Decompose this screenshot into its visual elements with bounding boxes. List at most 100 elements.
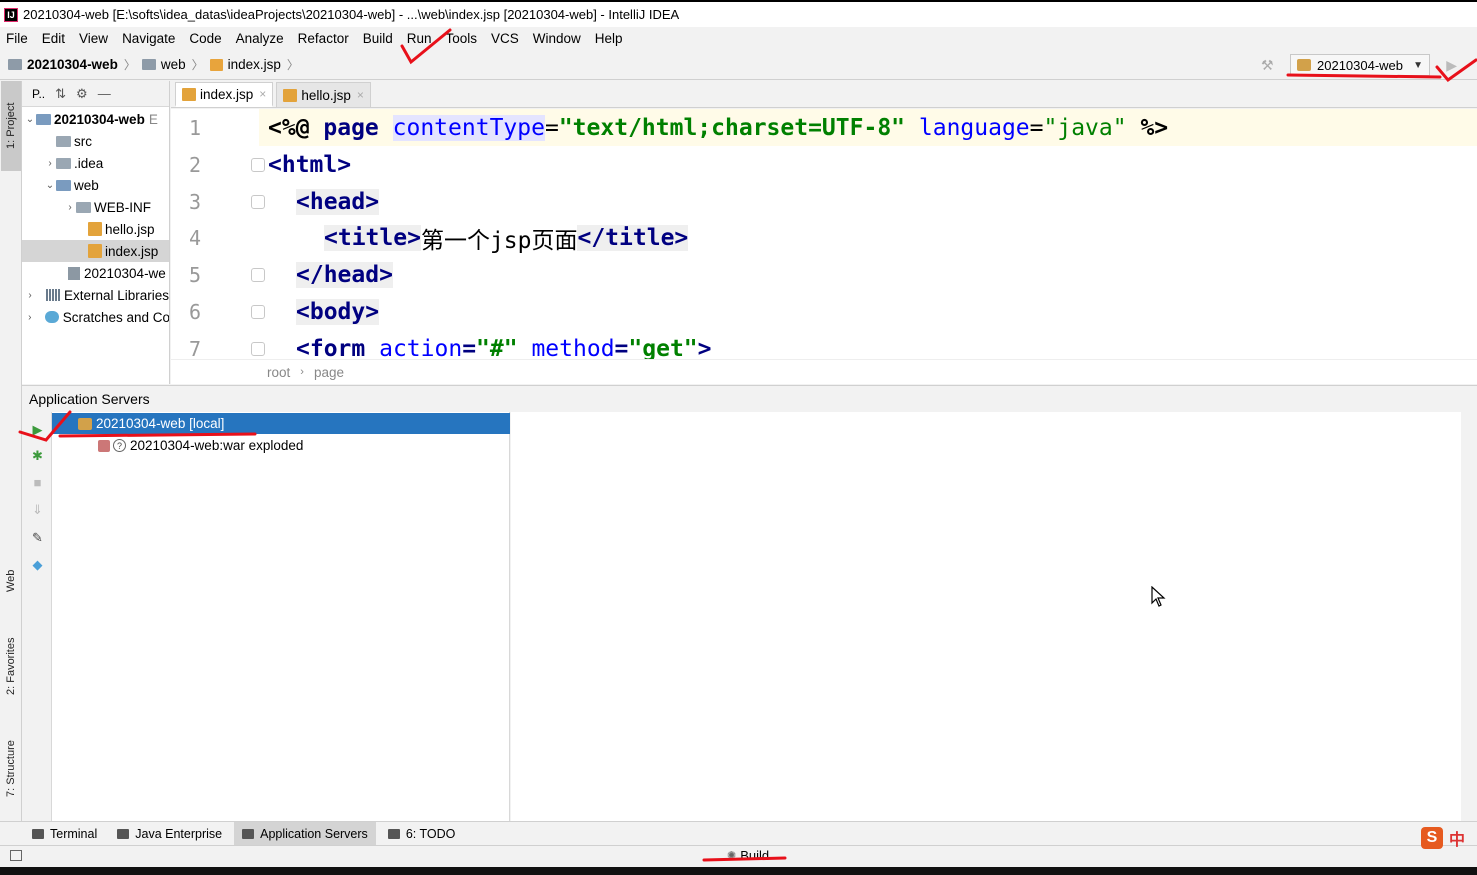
chevron-right-icon[interactable]: ›: [24, 290, 36, 301]
taskbar-strip: [0, 867, 1477, 875]
server-details-pane: [511, 412, 1461, 821]
line-number: 5: [188, 263, 202, 287]
tool-tab-java-enterprise[interactable]: Java Enterprise: [109, 822, 230, 846]
breadcrumb-root[interactable]: root: [267, 365, 290, 380]
menu-refactor[interactable]: Refactor: [298, 31, 349, 46]
tree-item-project-root[interactable]: ⌄ 20210304-web E: [22, 108, 169, 130]
debug-server-icon[interactable]: ✱: [30, 448, 45, 463]
breadcrumb-page[interactable]: page: [314, 365, 344, 380]
menu-window[interactable]: Window: [533, 31, 581, 46]
layout-toggle-icon[interactable]: [10, 850, 22, 861]
stop-server-icon[interactable]: ■: [30, 475, 45, 490]
gear-icon[interactable]: ⚙: [76, 86, 88, 102]
tree-item-path-hint: E: [148, 111, 158, 127]
tree-item-hello-jsp[interactable]: hello.jsp: [22, 218, 169, 240]
tree-item-src[interactable]: src: [22, 130, 169, 152]
close-icon[interactable]: ×: [259, 87, 266, 101]
artifact-label: 20210304-web:war exploded: [130, 438, 304, 453]
menu-code[interactable]: Code: [189, 31, 221, 46]
build-progress[interactable]: ✺ Build: [727, 848, 769, 863]
tool-tab-todo[interactable]: 6: TODO: [380, 822, 464, 846]
edit-configuration-icon[interactable]: ✎: [30, 530, 45, 545]
fold-marker-icon[interactable]: [251, 268, 265, 282]
run-server-icon[interactable]: ▶: [30, 422, 45, 437]
tool-tab-favorites[interactable]: 2: Favorites: [1, 621, 21, 711]
tool-tab-project[interactable]: 1: Project: [1, 81, 21, 171]
menu-navigate[interactable]: Navigate: [122, 31, 175, 46]
html-tag: <form: [296, 336, 380, 359]
editor-breadcrumb: root › page: [171, 359, 1477, 384]
fold-marker-icon[interactable]: [251, 305, 265, 319]
tree-item-web-inf[interactable]: › WEB-INF: [22, 196, 169, 218]
html-tag: <html>: [268, 152, 352, 178]
menu-analyze[interactable]: Analyze: [236, 31, 284, 46]
attribute-value: "text/html;charset=UTF-8": [558, 115, 906, 141]
menu-build[interactable]: Build: [363, 31, 393, 46]
chevron-down-icon[interactable]: ⌄: [24, 114, 36, 125]
ime-indicator[interactable]: S 中: [1420, 826, 1465, 850]
artifacts-icon[interactable]: ◆: [30, 557, 45, 572]
chevron-down-icon[interactable]: ⌄: [44, 180, 56, 191]
tomcat-icon: [78, 417, 92, 430]
ime-language: 中: [1448, 832, 1465, 849]
code-editor[interactable]: 1 2 3 4 5 6 7 <%@ page contentType = "text…: [171, 109, 1477, 359]
html-tag: <title>: [324, 225, 421, 251]
jsp-file-icon: [88, 244, 102, 258]
attribute-value: "java": [1043, 115, 1127, 141]
tree-item-index-jsp[interactable]: index.jsp: [22, 240, 169, 262]
nav-crumb-web[interactable]: web 〉: [141, 56, 210, 73]
tree-item-external-libraries[interactable]: › External Libraries: [22, 284, 169, 306]
navigation-bar: 20210304-web 〉 web 〉 index.jsp 〉: [0, 50, 1477, 80]
tool-tab-structure[interactable]: 7: Structure: [1, 721, 21, 816]
tab-label: hello.jsp: [301, 87, 351, 103]
tool-tab-terminal[interactable]: Terminal: [24, 822, 105, 846]
html-tag: <head>: [296, 189, 380, 215]
nav-crumb-project[interactable]: 20210304-web 〉: [8, 56, 142, 73]
tree-item-web[interactable]: ⌄ web: [22, 174, 169, 196]
tool-tab-label: Java Enterprise: [135, 826, 223, 841]
java-enterprise-icon: [117, 828, 130, 839]
run-icon[interactable]: ▶: [1446, 57, 1457, 74]
chevron-right-icon: 〉: [123, 58, 136, 72]
folder-icon: [56, 157, 71, 169]
nav-crumb-file[interactable]: index.jsp 〉: [209, 56, 305, 73]
tree-item-idea[interactable]: › .idea: [22, 152, 169, 174]
chevron-right-icon[interactable]: ›: [44, 158, 56, 169]
libraries-icon: [46, 289, 60, 301]
tool-tab-application-servers[interactable]: Application Servers: [234, 821, 376, 846]
tab-hello-jsp[interactable]: hello.jsp ×: [276, 82, 371, 107]
tree-item-iml[interactable]: 20210304-we: [22, 262, 169, 284]
tree-item-scratches[interactable]: › Scratches and Co: [22, 306, 169, 328]
chevron-right-icon[interactable]: ›: [64, 202, 76, 213]
artifact-icon: [98, 439, 110, 452]
artifact-row[interactable]: ? 20210304-web:war exploded: [52, 435, 510, 456]
tool-tab-web[interactable]: Web: [1, 551, 21, 611]
deploy-icon[interactable]: ⇓: [30, 502, 45, 517]
menu-edit[interactable]: Edit: [42, 31, 65, 46]
run-configuration-selector[interactable]: 20210304-web ▼: [1290, 54, 1430, 76]
chevron-right-icon[interactable]: ›: [24, 312, 36, 323]
menu-help[interactable]: Help: [595, 31, 623, 46]
menu-view[interactable]: View: [79, 31, 108, 46]
jsp-file-icon: [283, 88, 298, 102]
build-hammer-icon[interactable]: ⚒: [1261, 57, 1277, 73]
project-view-selector[interactable]: P..: [32, 87, 45, 101]
nav-crumb-file-label: index.jsp: [227, 57, 281, 72]
close-icon[interactable]: ×: [357, 88, 364, 102]
menu-file[interactable]: File: [6, 31, 28, 46]
fold-marker-icon[interactable]: [251, 195, 265, 209]
tool-tab-label: Application Servers: [260, 826, 368, 841]
menu-tools[interactable]: Tools: [446, 31, 478, 46]
hide-icon[interactable]: —: [98, 86, 111, 101]
tree-item-label: index.jsp: [105, 243, 159, 259]
iml-file-icon: [68, 266, 80, 280]
server-row-local[interactable]: 20210304-web [local]: [52, 413, 510, 434]
menu-run[interactable]: Run: [407, 31, 432, 46]
fold-marker-icon[interactable]: [251, 158, 265, 172]
menu-vcs[interactable]: VCS: [491, 31, 519, 46]
tab-index-jsp[interactable]: index.jsp ×: [175, 82, 274, 107]
collapse-all-icon[interactable]: ⇅: [55, 86, 66, 102]
fold-marker-icon[interactable]: [251, 342, 265, 356]
folder-icon: [76, 201, 91, 213]
tool-window-tabs: Terminal Java Enterprise Application Ser…: [0, 821, 1477, 846]
